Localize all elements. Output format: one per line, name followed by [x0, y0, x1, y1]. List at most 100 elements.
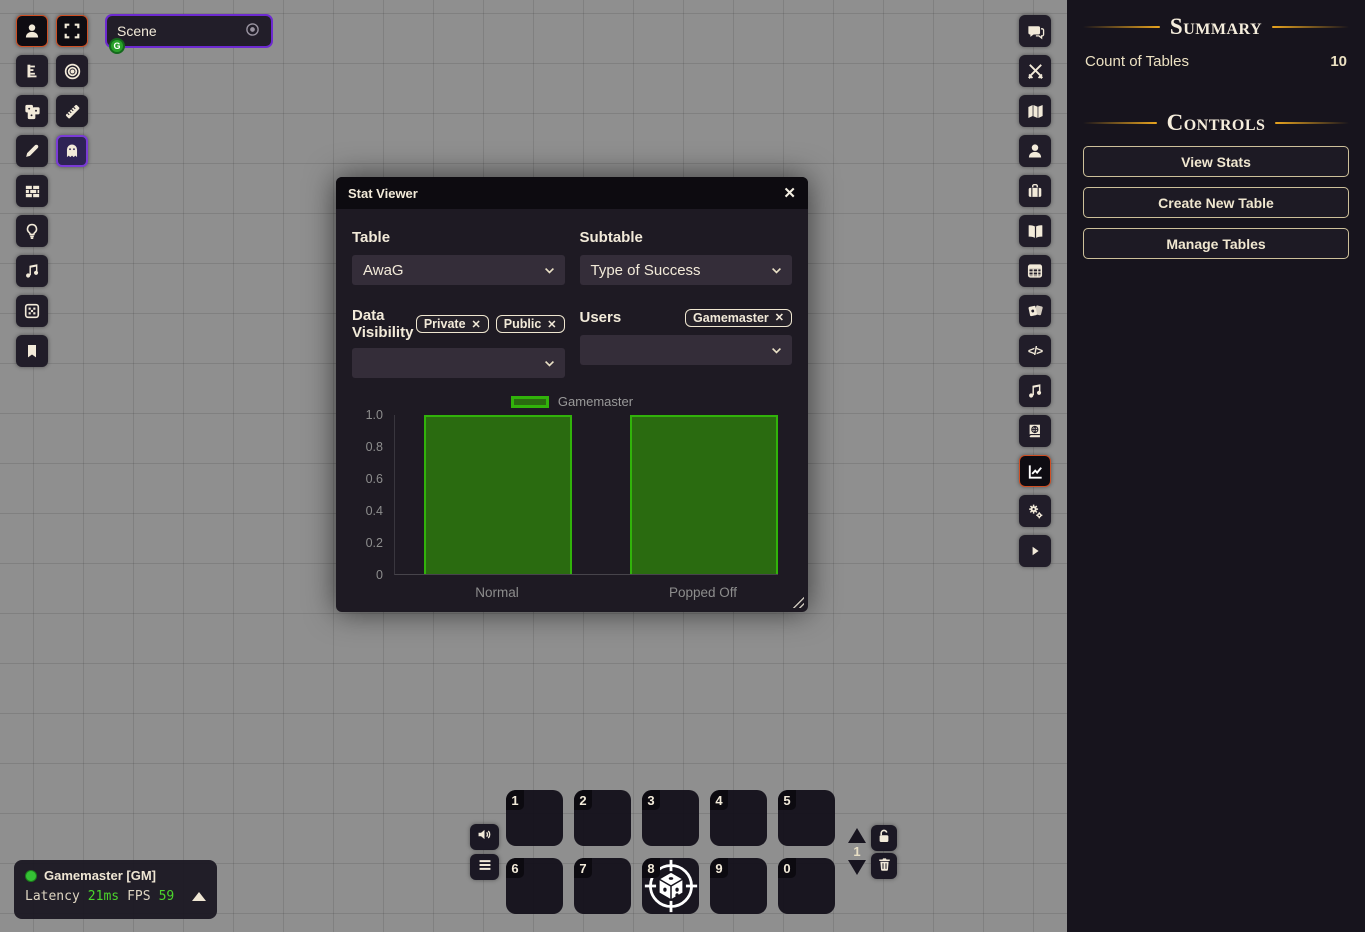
- hotbar-slot[interactable]: 5: [778, 790, 835, 846]
- dialog-header[interactable]: Stat Viewer ✕: [336, 177, 808, 209]
- bar-popped-off: [630, 415, 778, 574]
- sounds-tool-button[interactable]: [16, 255, 48, 287]
- measure-tool-button[interactable]: [56, 95, 88, 127]
- legend-label: Gamemaster: [558, 394, 633, 409]
- tab-settings[interactable]: [1019, 495, 1051, 527]
- walls-tool-button[interactable]: [16, 175, 48, 207]
- elevation-tool-button[interactable]: [16, 55, 48, 87]
- bullseye-icon: [63, 62, 82, 81]
- table-label: Table: [352, 229, 390, 246]
- ghost-icon: [63, 142, 81, 160]
- code-icon: </>: [1028, 344, 1042, 358]
- tab-actors[interactable]: [1019, 135, 1051, 167]
- bookmark-icon: [24, 343, 40, 359]
- mute-sound-button[interactable]: [470, 824, 499, 850]
- draw-tool-button[interactable]: [16, 135, 48, 167]
- latency-label: Latency: [25, 889, 80, 904]
- player-name: Gamemaster [GM]: [44, 868, 156, 883]
- controls-heading: Controls: [1067, 110, 1365, 136]
- hotbar-lock-button[interactable]: [871, 825, 897, 851]
- data-visibility-select[interactable]: [352, 348, 565, 378]
- collapse-players-icon[interactable]: [192, 892, 206, 901]
- cards-icon: [1026, 302, 1045, 321]
- users-field: Users Gamemaster ✕: [580, 307, 793, 378]
- users-select[interactable]: [580, 335, 793, 365]
- gm-badge: G: [109, 38, 125, 54]
- chevron-down-icon: [543, 357, 556, 374]
- create-new-table-button[interactable]: Create New Table: [1083, 187, 1349, 218]
- hotbar-slot-macro[interactable]: 8: [642, 858, 699, 914]
- open-book-icon: [1026, 222, 1045, 241]
- scene-nav-item[interactable]: Scene G: [105, 14, 273, 48]
- dice-roller-button[interactable]: [16, 95, 48, 127]
- tag-private[interactable]: Private ✕: [416, 315, 489, 333]
- lighting-tool-button[interactable]: [16, 215, 48, 247]
- tab-tables[interactable]: [1019, 255, 1051, 287]
- gears-icon: [1026, 502, 1045, 521]
- hotbar-page-down[interactable]: [848, 860, 866, 875]
- y-tick: 0: [347, 568, 383, 582]
- crossed-swords-icon: [1026, 62, 1045, 81]
- hotbar-slot[interactable]: 1: [506, 790, 563, 846]
- hotbar-slot[interactable]: 3: [642, 790, 699, 846]
- tab-macros[interactable]: </>: [1019, 335, 1051, 367]
- hotbar-slot[interactable]: 6: [506, 858, 563, 914]
- hotbar-slot[interactable]: 9: [710, 858, 767, 914]
- fullscreen-button[interactable]: [56, 15, 88, 47]
- player-list: Gamemaster [GM] Latency 21ms FPS 59: [14, 860, 217, 919]
- remove-tag-icon[interactable]: ✕: [775, 311, 784, 324]
- remove-tag-icon[interactable]: ✕: [472, 318, 481, 331]
- hotbar-slot[interactable]: 7: [574, 858, 631, 914]
- collapse-sidebar-button[interactable]: [1019, 535, 1051, 567]
- tab-journal[interactable]: [1019, 215, 1051, 247]
- hotbar-slot[interactable]: 2: [574, 790, 631, 846]
- hotbar-slot[interactable]: 0: [778, 858, 835, 914]
- table-select[interactable]: AwaG: [352, 255, 565, 285]
- tab-compendium[interactable]: [1019, 415, 1051, 447]
- tab-playlists[interactable]: [1019, 375, 1051, 407]
- play-icon: [1029, 545, 1041, 557]
- data-visibility-field: Data Visibility Private ✕ Public ✕: [352, 307, 565, 378]
- player-avatar-button[interactable]: [16, 15, 48, 47]
- notes-tool-button[interactable]: [16, 335, 48, 367]
- remove-tag-icon[interactable]: ✕: [547, 318, 556, 331]
- dialog-title: Stat Viewer: [348, 186, 418, 201]
- game-canvas[interactable]: { "ui": { "remove_glyph": "✕", "close_gl…: [0, 0, 1365, 932]
- users-label: Users: [580, 309, 622, 326]
- tab-cards[interactable]: [1019, 295, 1051, 327]
- pencil-icon: [23, 142, 41, 160]
- tab-combat[interactable]: [1019, 55, 1051, 87]
- y-tick: 1.0: [347, 408, 383, 422]
- bar-chart: 1.0 0.8 0.6 0.4 0.2 0 Normal Popped Off: [352, 413, 792, 613]
- target-tool-button[interactable]: [56, 55, 88, 87]
- tab-stats[interactable]: [1019, 455, 1051, 487]
- subtable-select[interactable]: Type of Success: [580, 255, 793, 285]
- chart-legend[interactable]: Gamemaster: [352, 394, 792, 409]
- legend-swatch: [511, 396, 549, 408]
- tab-scenes[interactable]: [1019, 95, 1051, 127]
- hotbar-trash-button[interactable]: [871, 853, 897, 879]
- close-icon[interactable]: ✕: [783, 184, 796, 202]
- table-icon: [1026, 262, 1044, 280]
- grid-tiles-icon: [23, 302, 41, 320]
- tag-gamemaster[interactable]: Gamemaster ✕: [685, 309, 792, 327]
- line-chart-icon: [1026, 462, 1045, 481]
- stats-sidebar-panel: Summary Count of Tables 10 Controls View…: [1067, 0, 1365, 932]
- view-stats-button[interactable]: View Stats: [1083, 146, 1349, 177]
- count-of-tables-row: Count of Tables 10: [1067, 53, 1365, 70]
- tab-chat[interactable]: [1019, 15, 1051, 47]
- hotbar-slot[interactable]: 4: [710, 790, 767, 846]
- person-icon: [1026, 142, 1044, 160]
- y-tick: 0.4: [347, 504, 383, 518]
- tiles-tool-button[interactable]: [16, 295, 48, 327]
- scene-target-icon[interactable]: [244, 21, 261, 41]
- macro-directory-button[interactable]: [470, 854, 499, 880]
- tag-public[interactable]: Public ✕: [496, 315, 565, 333]
- manage-tables-button[interactable]: Manage Tables: [1083, 228, 1349, 259]
- tab-items[interactable]: [1019, 175, 1051, 207]
- scene-nav-label: Scene: [117, 23, 157, 39]
- hotbar-page-up[interactable]: [848, 828, 866, 843]
- subtable-label: Subtable: [580, 229, 643, 246]
- ghost-mode-button[interactable]: [56, 135, 88, 167]
- fps-value: 59: [159, 889, 175, 904]
